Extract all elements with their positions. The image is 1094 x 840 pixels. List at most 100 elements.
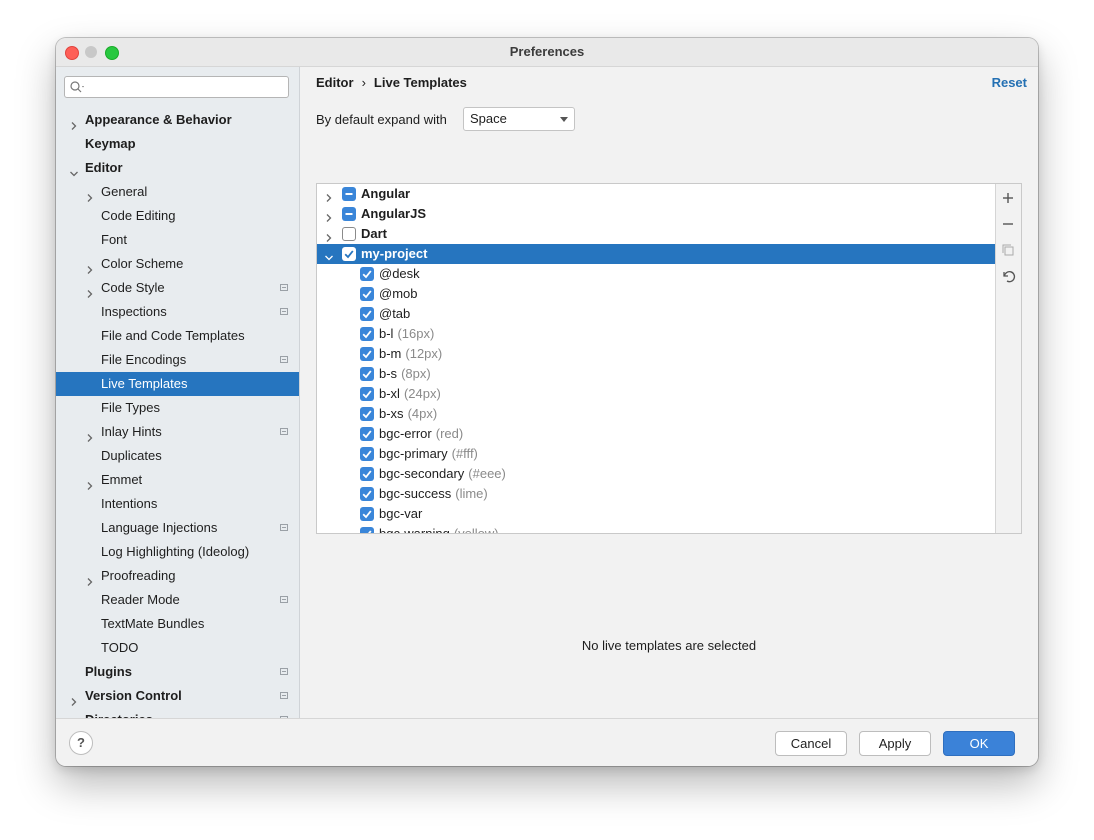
checkbox[interactable] xyxy=(342,227,356,241)
sidebar-item-directories[interactable]: Directories xyxy=(56,708,299,718)
cancel-button[interactable]: Cancel xyxy=(775,731,847,756)
checkbox[interactable] xyxy=(360,307,374,321)
checkbox[interactable] xyxy=(360,347,374,361)
chevron-right-icon[interactable] xyxy=(69,115,79,130)
sidebar-item-language-injections[interactable]: Language Injections xyxy=(56,516,299,540)
template-item[interactable]: @desk xyxy=(317,264,997,284)
checkbox[interactable] xyxy=(360,467,374,481)
template-item[interactable]: bgc-warning (yellow) xyxy=(317,524,997,533)
checkbox[interactable] xyxy=(360,287,374,301)
checkbox[interactable] xyxy=(342,247,356,261)
template-item[interactable]: b-xl (24px) xyxy=(317,384,997,404)
sidebar-item-inlay-hints[interactable]: Inlay Hints xyxy=(56,420,299,444)
sidebar-item-todo[interactable]: TODO xyxy=(56,636,299,660)
chevron-right-icon[interactable] xyxy=(85,259,95,274)
apply-button[interactable]: Apply xyxy=(859,731,931,756)
template-description: (#eee) xyxy=(468,466,506,481)
sidebar-item-inspections[interactable]: Inspections xyxy=(56,300,299,324)
copy-icon[interactable] xyxy=(1000,242,1016,258)
template-item[interactable]: bgc-error (red) xyxy=(317,424,997,444)
chevron-down-icon[interactable] xyxy=(324,249,334,261)
sidebar-item-keymap[interactable]: Keymap xyxy=(56,132,299,156)
sidebar-item-label: Editor xyxy=(85,160,123,175)
remove-icon[interactable] xyxy=(1000,216,1016,232)
template-name: b-m (12px) xyxy=(379,344,442,364)
template-item[interactable]: b-l (16px) xyxy=(317,324,997,344)
zoom-window-button[interactable] xyxy=(105,46,119,60)
sidebar-item-label: Proofreading xyxy=(101,568,176,583)
template-group-my-project[interactable]: my-project xyxy=(317,244,997,264)
checkbox[interactable] xyxy=(360,487,374,501)
minimize-window-button[interactable] xyxy=(85,46,97,58)
partial-checkbox[interactable] xyxy=(342,207,356,221)
chevron-right-icon[interactable] xyxy=(324,229,334,242)
sidebar-item-file-encodings[interactable]: File Encodings xyxy=(56,348,299,372)
add-icon[interactable] xyxy=(1000,190,1016,206)
sidebar-item-label: Live Templates xyxy=(101,376,188,391)
sidebar-item-plugins[interactable]: Plugins xyxy=(56,660,299,684)
chevron-right-icon[interactable] xyxy=(85,283,95,298)
sidebar-item-proofreading[interactable]: Proofreading xyxy=(56,564,299,588)
checkbox[interactable] xyxy=(360,527,374,533)
sidebar-item-live-templates[interactable]: Live Templates xyxy=(56,372,299,396)
reset-link[interactable]: Reset xyxy=(992,75,1027,90)
checkbox[interactable] xyxy=(360,267,374,281)
sidebar-item-duplicates[interactable]: Duplicates xyxy=(56,444,299,468)
sidebar-item-intentions[interactable]: Intentions xyxy=(56,492,299,516)
sidebar-item-code-editing[interactable]: Code Editing xyxy=(56,204,299,228)
sidebar-item-log-highlighting-ideolog[interactable]: Log Highlighting (Ideolog) xyxy=(56,540,299,564)
sidebar-item-reader-mode[interactable]: Reader Mode xyxy=(56,588,299,612)
templates-tree[interactable]: Angular AngularJS Dart my-project @desk @mob @… xyxy=(317,184,997,533)
sidebar-item-version-control[interactable]: Version Control xyxy=(56,684,299,708)
sidebar-item-general[interactable]: General xyxy=(56,180,299,204)
checkbox[interactable] xyxy=(360,327,374,341)
sidebar-item-file-types[interactable]: File Types xyxy=(56,396,299,420)
tree-toolbar xyxy=(995,184,1021,533)
checkbox[interactable] xyxy=(360,367,374,381)
template-item[interactable]: @mob xyxy=(317,284,997,304)
chevron-right-icon[interactable] xyxy=(85,187,95,202)
sidebar-item-font[interactable]: Font xyxy=(56,228,299,252)
template-item[interactable]: bgc-secondary (#eee) xyxy=(317,464,997,484)
chevron-right-icon[interactable] xyxy=(85,475,95,490)
expand-with-select[interactable]: Space xyxy=(463,107,575,131)
project-scope-icon xyxy=(280,284,288,291)
template-description: (#fff) xyxy=(451,446,478,461)
checkbox[interactable] xyxy=(360,447,374,461)
search-input[interactable] xyxy=(64,76,289,98)
sidebar-item-color-scheme[interactable]: Color Scheme xyxy=(56,252,299,276)
template-item[interactable]: @tab xyxy=(317,304,997,324)
chevron-down-icon[interactable] xyxy=(69,163,79,177)
checkbox[interactable] xyxy=(360,507,374,521)
close-window-button[interactable] xyxy=(65,46,79,60)
sidebar-item-emmet[interactable]: Emmet xyxy=(56,468,299,492)
checkbox[interactable] xyxy=(360,407,374,421)
sidebar-item-file-and-code-templates[interactable]: File and Code Templates xyxy=(56,324,299,348)
ok-button[interactable]: OK xyxy=(943,731,1015,756)
checkbox[interactable] xyxy=(360,387,374,401)
template-item[interactable]: b-m (12px) xyxy=(317,344,997,364)
chevron-right-icon[interactable] xyxy=(85,427,95,442)
chevron-right-icon[interactable] xyxy=(69,691,79,706)
template-item[interactable]: b-xs (4px) xyxy=(317,404,997,424)
checkbox[interactable] xyxy=(360,427,374,441)
restore-icon[interactable] xyxy=(1000,268,1016,284)
partial-checkbox[interactable] xyxy=(342,187,356,201)
template-item[interactable]: bgc-primary (#fff) xyxy=(317,444,997,464)
template-group-angular[interactable]: Angular xyxy=(317,184,997,204)
sidebar-item-code-style[interactable]: Code Style xyxy=(56,276,299,300)
breadcrumb-editor[interactable]: Editor xyxy=(316,75,354,90)
help-button[interactable]: ? xyxy=(69,731,93,755)
sidebar-item-label: Directories xyxy=(85,708,153,718)
chevron-right-icon[interactable] xyxy=(324,189,334,202)
template-group-angularjs[interactable]: AngularJS xyxy=(317,204,997,224)
sidebar-item-textmate-bundles[interactable]: TextMate Bundles xyxy=(56,612,299,636)
sidebar-item-appearance-behavior[interactable]: Appearance & Behavior xyxy=(56,108,299,132)
chevron-right-icon[interactable] xyxy=(324,209,334,222)
chevron-right-icon[interactable] xyxy=(85,571,95,586)
sidebar-item-editor[interactable]: Editor xyxy=(56,156,299,180)
template-item[interactable]: b-s (8px) xyxy=(317,364,997,384)
template-group-dart[interactable]: Dart xyxy=(317,224,997,244)
template-item[interactable]: bgc-var xyxy=(317,504,997,524)
template-item[interactable]: bgc-success (lime) xyxy=(317,484,997,504)
